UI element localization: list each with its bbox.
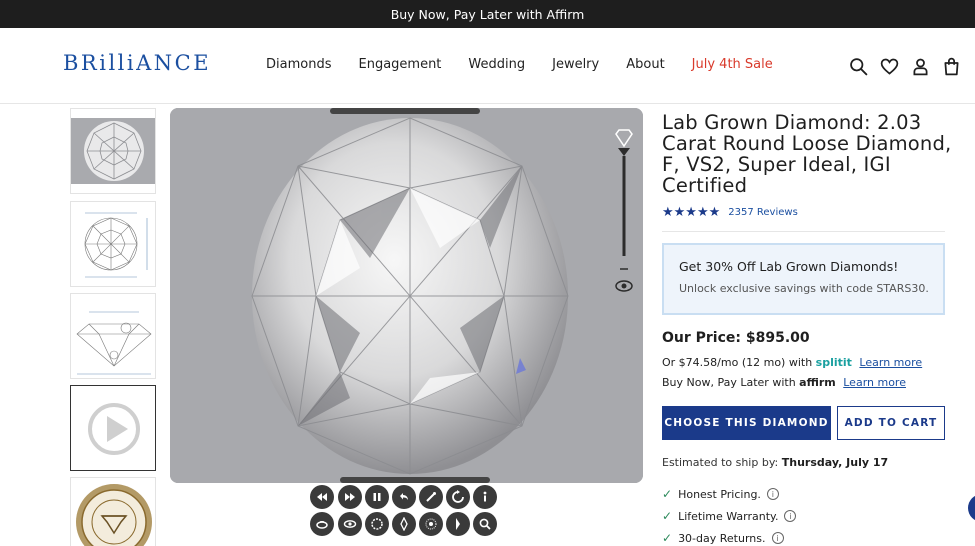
wand-icon[interactable] [419, 485, 443, 509]
check-icon: ✓ [662, 487, 673, 501]
pause-icon[interactable] [365, 485, 389, 509]
nav-item-sale[interactable]: July 4th Sale [692, 57, 773, 72]
promo-subtext: Unlock exclusive savings with code STARS… [679, 282, 929, 295]
certificate-seal-icon [76, 484, 152, 546]
thumbnail-video[interactable] [70, 385, 156, 471]
zoom-slider[interactable] [610, 120, 638, 304]
eye-icon[interactable] [338, 512, 362, 536]
cart-icon[interactable] [941, 56, 962, 77]
promo-box: Get 30% Off Lab Grown Diamonds! Unlock e… [662, 243, 945, 315]
thumbnail-igi-certificate[interactable] [70, 477, 156, 546]
header-icons [848, 56, 962, 77]
announcement-text[interactable]: Buy Now, Pay Later with Affirm [391, 7, 585, 22]
check-icon: ✓ [662, 531, 673, 545]
play-icon [88, 403, 140, 455]
ship-estimate: Estimated to ship by: Thursday, July 17 [662, 456, 888, 469]
product-title: Lab Grown Diamond: 2.03 Carat Round Loos… [662, 111, 952, 197]
rotate-icon[interactable] [446, 485, 470, 509]
splitit-text: Or $74.58/mo (12 mo) with [662, 356, 813, 369]
main-nav: Diamonds Engagement Wedding Jewelry Abou… [266, 57, 800, 72]
thumbnail-top-view-diagram[interactable] [70, 201, 156, 287]
divider [662, 231, 945, 232]
feature-label: 30-day Returns. [678, 531, 766, 545]
info-icon[interactable]: i [784, 510, 797, 522]
feature-label: Lifetime Warranty. [678, 509, 779, 523]
star-rating: ★★★★★ [662, 204, 721, 220]
hearts-arrows-icon[interactable] [419, 512, 443, 536]
rating-row[interactable]: ★★★★★ 2357 Reviews [662, 204, 952, 220]
ship-date: Thursday, July 17 [781, 456, 889, 469]
nav-item-engagement[interactable]: Engagement [358, 57, 441, 72]
promo-heading: Get 30% Off Lab Grown Diamonds! [679, 259, 899, 274]
zoom-icon[interactable] [473, 512, 497, 536]
site-header: BRilliANCE Diamonds Engagement Wedding J… [0, 28, 975, 104]
info-icon[interactable] [473, 485, 497, 509]
affirm-financing: Buy Now, Pay Later with affirm Learn mor… [662, 376, 906, 389]
feature-label: Honest Pricing. [678, 487, 761, 501]
info-icon[interactable]: i [766, 488, 779, 500]
splitit-logo: splitit [815, 356, 852, 369]
nav-item-wedding[interactable]: Wedding [468, 57, 525, 72]
feature-honest-pricing: ✓ Honest Pricing. i [662, 487, 779, 501]
splitit-learn-more-link[interactable]: Learn more [859, 356, 922, 369]
reviews-link[interactable]: 2357 Reviews [728, 207, 798, 218]
thumbnail-side-profile-diagram[interactable] [70, 293, 156, 379]
ring-view-icon[interactable] [310, 512, 334, 536]
undo-icon[interactable] [392, 485, 416, 509]
nav-item-about[interactable]: About [626, 57, 664, 72]
ship-label: Estimated to ship by: [662, 456, 779, 469]
add-to-cart-button[interactable]: ADD TO CART [837, 406, 945, 440]
nav-item-jewelry[interactable]: Jewelry [552, 57, 599, 72]
fast-forward-icon[interactable] [338, 485, 362, 509]
nav-item-diamonds[interactable]: Diamonds [266, 57, 331, 72]
user-icon[interactable] [910, 56, 931, 77]
affirm-text: Buy Now, Pay Later with [662, 376, 796, 389]
rewind-icon[interactable] [310, 485, 334, 509]
info-icon[interactable]: i [771, 532, 784, 544]
chat-widget-tab[interactable] [968, 494, 975, 522]
heart-icon[interactable] [879, 56, 900, 77]
dark-field-icon[interactable] [365, 512, 389, 536]
side-view-icon[interactable] [392, 512, 416, 536]
price: Our Price: $895.00 [662, 330, 810, 346]
splitit-financing: Or $74.58/mo (12 mo) with splitit Learn … [662, 356, 922, 369]
affirm-logo: affirm [799, 376, 836, 389]
check-icon: ✓ [662, 509, 673, 523]
feature-30-day-returns: ✓ 30-day Returns. i [662, 531, 784, 545]
diamond-viewer[interactable] [170, 108, 643, 483]
profile-view-icon[interactable] [446, 512, 470, 536]
diamond-image [170, 108, 643, 483]
feature-lifetime-warranty: ✓ Lifetime Warranty. i [662, 509, 797, 523]
announcement-bar[interactable]: Buy Now, Pay Later with Affirm [0, 0, 975, 28]
product-info: Lab Grown Diamond: 2.03 Carat Round Loos… [662, 111, 952, 545]
brand-logo[interactable]: BRilliANCE [63, 51, 211, 75]
affirm-learn-more-link[interactable]: Learn more [843, 376, 906, 389]
choose-diamond-button[interactable]: CHOOSE THIS DIAMOND [662, 406, 831, 440]
thumbnail-diamond-photo[interactable] [70, 108, 156, 194]
search-icon[interactable] [848, 56, 869, 77]
